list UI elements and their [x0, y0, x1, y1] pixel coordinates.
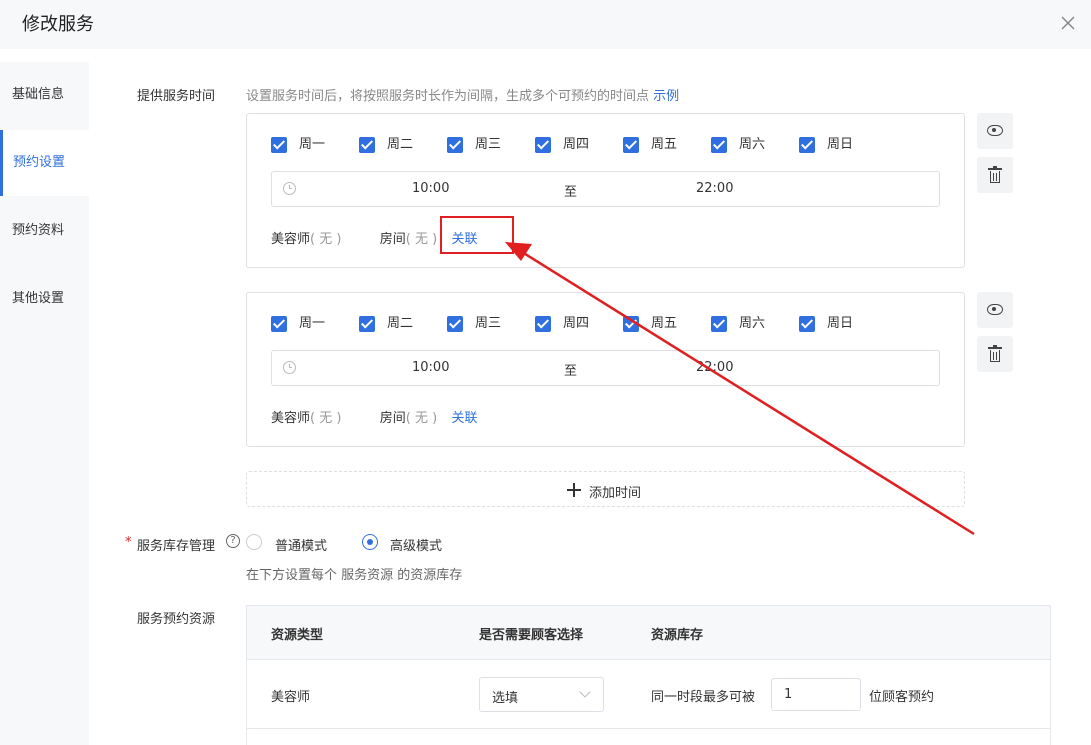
customer-select-dropdown[interactable]: 选填 [479, 677, 604, 712]
select-value: 选填 [492, 691, 519, 706]
sidebar-item-booking-info[interactable]: 预约资料 [0, 198, 89, 264]
stock-suffix: 位顾客预约 [869, 690, 935, 705]
table-header: 资源类型 是否需要顾客选择 资源库存 [247, 606, 1050, 660]
range-separator: 至 [564, 185, 578, 200]
example-link[interactable]: 示例 [653, 89, 679, 104]
checkbox-checked-icon [711, 137, 727, 153]
resource-row: 美容师( 无 ) 房间( 无 ) 关联 [271, 407, 477, 426]
stock-prefix: 同一时段最多可被 [651, 690, 756, 705]
start-time: 10:00 [412, 181, 450, 196]
clock-icon [283, 182, 296, 195]
preview-button[interactable] [977, 113, 1013, 149]
checkbox-checked-icon [271, 316, 287, 332]
checkbox-checked-icon [535, 137, 551, 153]
room-label: 房间 [379, 232, 406, 247]
plus-icon [567, 483, 581, 497]
checkbox-checked-icon [711, 316, 727, 332]
end-time: 22:00 [696, 360, 734, 375]
dialog-title: 修改服务 [22, 14, 94, 35]
sidebar-item-other-settings[interactable]: 其他设置 [0, 266, 89, 332]
time-range-picker[interactable]: 10:00 至 22:00 [271, 350, 940, 386]
service-time-label: 提供服务时间 [137, 89, 216, 104]
radio-advanced-mode[interactable] [362, 534, 378, 550]
column-header: 资源库存 [651, 628, 704, 643]
radio-normal-mode[interactable] [246, 534, 262, 550]
service-time-hint: 设置服务时间后，将按照服务时长作为间隔，生成多个可预约的时间点 示例 [246, 85, 679, 104]
trash-icon [988, 345, 1002, 362]
required-mark: * [125, 535, 132, 550]
resources-label: 服务预约资源 [137, 612, 216, 627]
inventory-label: 服务库存管理 [137, 539, 216, 554]
end-time: 22:00 [696, 181, 734, 196]
range-separator: 至 [564, 364, 578, 379]
eye-icon [987, 125, 1003, 136]
checkbox-checked-icon [447, 137, 463, 153]
column-header: 资源类型 [271, 628, 324, 643]
row-divider [247, 728, 1050, 729]
time-slot-card: 周一 周二 周三 周四 周五 周六 周日 10:00 至 22:00 美容师( … [246, 113, 965, 268]
checkbox-checked-icon [799, 316, 815, 332]
resource-row: 美容师( 无 ) 房间( 无 ) 关联 [271, 228, 477, 247]
clock-icon [283, 361, 296, 374]
close-icon[interactable] [1057, 12, 1079, 34]
room-value: ( 无 ) [405, 232, 438, 247]
normal-mode-label[interactable]: 普通模式 [275, 535, 327, 554]
trash-icon [988, 166, 1002, 183]
beautician-label: 美容师 [271, 411, 311, 426]
beautician-value: ( 无 ) [310, 411, 342, 426]
room-value: ( 无 ) [405, 411, 438, 426]
checkbox-checked-icon [623, 137, 639, 153]
room-label: 房间 [379, 411, 406, 426]
advanced-mode-label[interactable]: 高级模式 [390, 535, 442, 554]
inventory-hint: 在下方设置每个 服务资源 的资源库存 [246, 568, 463, 583]
sidebar-item-basic-info[interactable]: 基础信息 [0, 62, 89, 128]
time-slot-card: 周一 周二 周三 周四 周五 周六 周日 10:00 至 22:00 美容师( … [246, 292, 965, 447]
sidebar-item-booking-settings[interactable]: 预约设置 [0, 130, 89, 196]
add-time-button[interactable]: 添加时间 [246, 471, 965, 507]
delete-button[interactable] [977, 157, 1013, 193]
resource-type: 美容师 [271, 690, 311, 705]
checkbox-checked-icon [359, 316, 375, 332]
delete-button[interactable] [977, 336, 1013, 372]
checkbox-checked-icon [623, 316, 639, 332]
add-time-label: 添加时间 [589, 486, 642, 501]
resources-table: 资源类型 是否需要顾客选择 资源库存 美容师 选填 同一时段最多可被 位顾客预约 [246, 605, 1051, 745]
checkbox-checked-icon [271, 137, 287, 153]
start-time: 10:00 [412, 360, 450, 375]
link-resources-button[interactable]: 关联 [451, 232, 477, 247]
service-time-hint-text: 设置服务时间后，将按照服务时长作为间隔，生成多个可预约的时间点 [246, 89, 650, 104]
checkbox-checked-icon [535, 316, 551, 332]
dialog-header: 修改服务 [0, 0, 1091, 49]
checkbox-checked-icon [359, 137, 375, 153]
beautician-label: 美容师 [271, 232, 311, 247]
chevron-down-icon [579, 686, 591, 698]
eye-icon [987, 304, 1003, 315]
column-header: 是否需要顾客选择 [479, 628, 584, 643]
checkbox-checked-icon [447, 316, 463, 332]
checkbox-checked-icon [799, 137, 815, 153]
time-range-picker[interactable]: 10:00 至 22:00 [271, 171, 940, 207]
link-resources-button[interactable]: 关联 [451, 411, 477, 426]
preview-button[interactable] [977, 292, 1013, 328]
stock-input[interactable] [771, 678, 861, 711]
sidebar: 基础信息 预约设置 预约资料 其他设置 [0, 62, 89, 745]
beautician-value: ( 无 ) [310, 232, 342, 247]
help-icon[interactable]: ? [226, 534, 240, 548]
